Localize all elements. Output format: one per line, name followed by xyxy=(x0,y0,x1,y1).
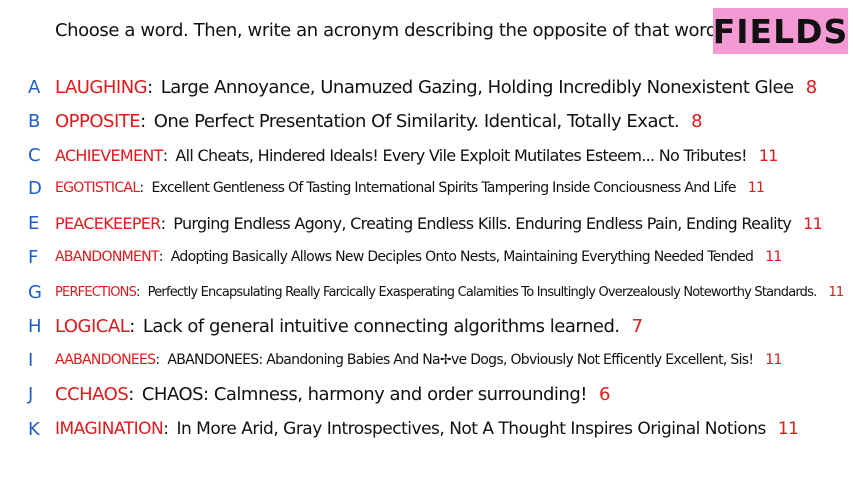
row-colon: : xyxy=(155,352,160,368)
row-description: CHAOS: Calmness, harmony and order surro… xyxy=(141,383,588,405)
row-word: AABANDONEES xyxy=(55,352,156,368)
row-word: PEACEKEEPER xyxy=(55,213,161,233)
row-word: IMAGINATION xyxy=(55,419,164,439)
row-content: LAUGHING: Large Annoyance, Unamuzed Gazi… xyxy=(55,77,817,98)
row-colon: : xyxy=(163,419,169,439)
row-description: Perfectly Encapsulating Really Farcicall… xyxy=(147,284,818,300)
row-content: PEACEKEEPER: Purging Endless Agony, Crea… xyxy=(55,213,823,233)
row-word: ABANDONMENT xyxy=(55,249,159,265)
row-score: 6 xyxy=(598,383,610,405)
row-letter: J xyxy=(28,383,34,405)
row-description: Excellent Gentleness Of Tasting Internat… xyxy=(151,180,736,196)
row-word: LOGICAL xyxy=(55,315,130,337)
row-score: 8 xyxy=(805,76,817,98)
row-word: EGOTISTICAL xyxy=(55,180,140,196)
row-content: PERFECTIONS: Perfectly Encapsulating Rea… xyxy=(55,284,844,300)
row-content: OPPOSITE: One Perfect Presentation Of Si… xyxy=(55,110,703,132)
row-description: In More Arid, Gray Introspectives, Not A… xyxy=(176,419,766,439)
row-score: 8 xyxy=(691,110,703,132)
row-word: CCHAOS xyxy=(55,383,129,405)
row-score: 11 xyxy=(758,145,779,165)
row-score: 11 xyxy=(777,419,799,439)
row-colon: : xyxy=(147,76,153,98)
row-score: 7 xyxy=(631,315,643,337)
row-score: 11 xyxy=(828,284,844,300)
row-letter: F xyxy=(28,246,39,268)
row-colon: : xyxy=(129,315,135,337)
row-letter: D xyxy=(28,177,42,199)
row-letter: K xyxy=(28,418,40,440)
row-colon: : xyxy=(160,213,166,233)
row-colon: : xyxy=(162,145,168,165)
row-content: ACHIEVEMENT: All Cheats, Hindered Ideals… xyxy=(55,146,778,165)
row-description: One Perfect Presentation Of Similarity. … xyxy=(153,110,680,132)
row-word: OPPOSITE xyxy=(55,110,141,132)
row-colon: : xyxy=(140,110,146,132)
acronym-list: A LAUGHING: Large Annoyance, Unamuzed Ga… xyxy=(0,0,853,480)
row-colon: : xyxy=(158,249,164,265)
row-letter: H xyxy=(28,315,42,337)
row-letter: B xyxy=(28,110,41,132)
row-description: All Cheats, Hindered Ideals! Every Vile … xyxy=(175,145,747,165)
row-description: Lack of general intuitive connecting alg… xyxy=(142,315,620,337)
row-letter: E xyxy=(28,212,40,234)
row-content: LOGICAL: Lack of general intuitive conne… xyxy=(55,316,643,337)
row-content: EGOTISTICAL: Excellent Gentleness Of Tas… xyxy=(55,180,765,196)
row-description: Adopting Basically Allows New Deciples O… xyxy=(170,249,754,265)
row-letter: G xyxy=(28,281,42,303)
row-colon: : xyxy=(128,383,134,405)
row-word: LAUGHING xyxy=(55,76,148,98)
row-content: CCHAOS: CHAOS: Calmness, harmony and ord… xyxy=(55,384,610,405)
row-content: AABANDONEES: ABANDONEES: Abandoning Babi… xyxy=(55,352,782,368)
row-score: 11 xyxy=(747,180,765,196)
row-score: 11 xyxy=(765,249,782,265)
row-description: ABANDONEES: Abandoning Babies And Na✢ve … xyxy=(167,352,754,368)
row-score: 11 xyxy=(803,213,823,233)
row-description: Large Annoyance, Unamuzed Gazing, Holdin… xyxy=(160,76,795,98)
row-score: 11 xyxy=(765,352,782,368)
row-word: PERFECTIONS xyxy=(55,284,137,300)
row-content: ABANDONMENT: Adopting Basically Allows N… xyxy=(55,249,782,265)
row-letter: I xyxy=(28,349,34,371)
row-colon: : xyxy=(136,284,140,300)
row-colon: : xyxy=(139,180,144,196)
row-word: ACHIEVEMENT xyxy=(55,145,163,165)
row-description: Purging Endless Agony, Creating Endless … xyxy=(173,213,792,233)
row-content: IMAGINATION: In More Arid, Gray Introspe… xyxy=(55,419,799,439)
row-letter: C xyxy=(28,144,41,166)
row-letter: A xyxy=(28,76,41,98)
